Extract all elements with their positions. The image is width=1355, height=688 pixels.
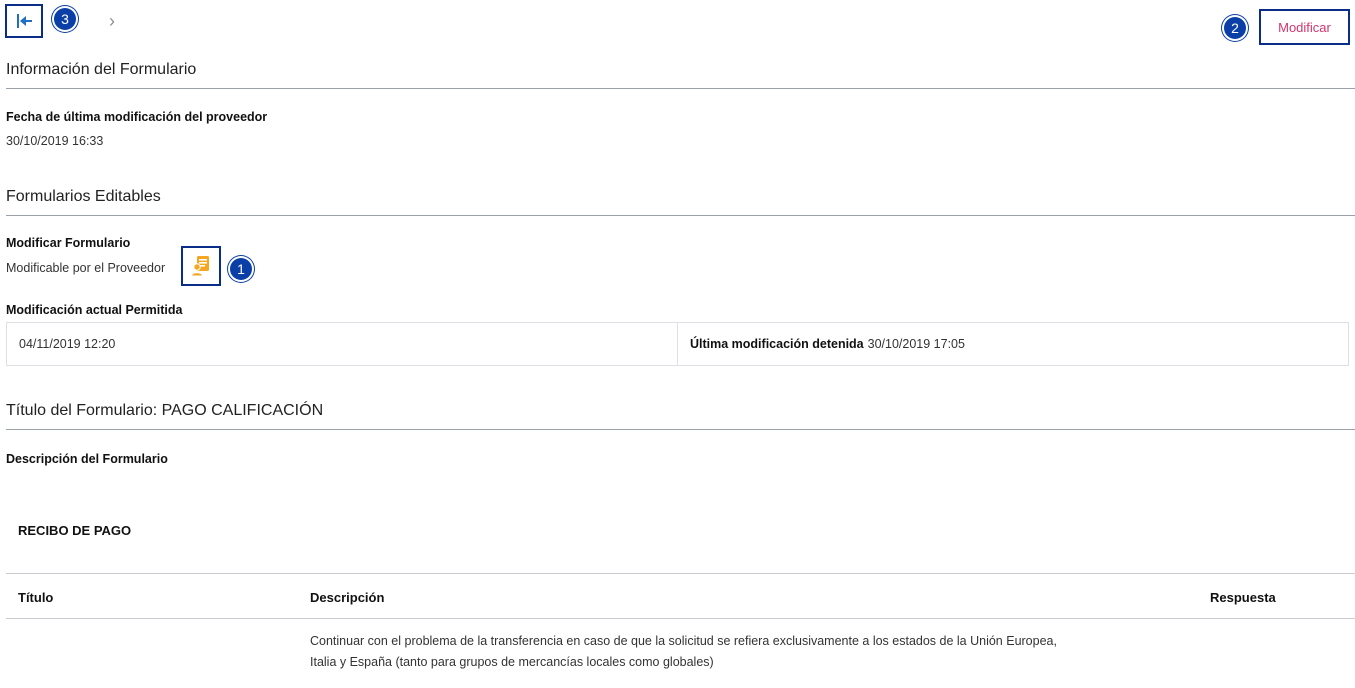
callout-badge-2: 2 — [1224, 17, 1246, 39]
current-modification-label: Modificación actual Permitida — [6, 303, 183, 317]
column-title: Título — [18, 590, 54, 605]
receipt-heading: RECIBO DE PAGO — [18, 523, 132, 538]
form-title: Título del Formulario: PAGO CALIFICACIÓN — [6, 402, 1355, 430]
column-response: Respuesta — [1210, 590, 1276, 605]
last-stopped-cell: Última modificación detenida 30/10/2019 … — [677, 323, 1348, 365]
last-modification-label: Fecha de última modificación del proveed… — [6, 110, 268, 124]
first-page-button[interactable] — [5, 4, 43, 38]
response-table-header: Título Descripción Respuesta — [6, 573, 1355, 619]
first-page-icon — [16, 14, 19, 28]
modify-form-label: Modificar Formulario — [6, 236, 131, 250]
supplier-form-icon-button[interactable] — [181, 246, 221, 286]
modification-table: 04/11/2019 12:20 Última modificación det… — [6, 322, 1349, 366]
table-row-description-line-2: Italia y España (tanto para grupos de me… — [310, 655, 714, 669]
callout-badge-3: 3 — [54, 8, 76, 30]
callout-badge-1: 1 — [230, 258, 252, 280]
modify-button[interactable]: Modificar — [1259, 9, 1350, 45]
chevron-right-icon[interactable]: › — [109, 12, 115, 30]
current-modification-cell: 04/11/2019 12:20 — [7, 323, 677, 365]
current-modification-value: 04/11/2019 12:20 — [19, 337, 116, 351]
last-modification-value: 30/10/2019 16:33 — [6, 134, 104, 148]
modify-form-value: Modificable por el Proveedor — [6, 261, 166, 275]
supplier-document-icon — [191, 256, 209, 277]
form-info-title: Información del Formulario — [6, 61, 1355, 89]
last-stopped-label: Última modificación detenida — [690, 337, 864, 351]
form-description-label: Descripción del Formulario — [6, 452, 168, 466]
last-stopped-value: 30/10/2019 17:05 — [867, 337, 965, 351]
column-description: Descripción — [310, 590, 385, 605]
editable-forms-title: Formularios Editables — [6, 188, 1355, 216]
table-row-description-line-1: Continuar con el problema de la transfer… — [310, 634, 1057, 648]
